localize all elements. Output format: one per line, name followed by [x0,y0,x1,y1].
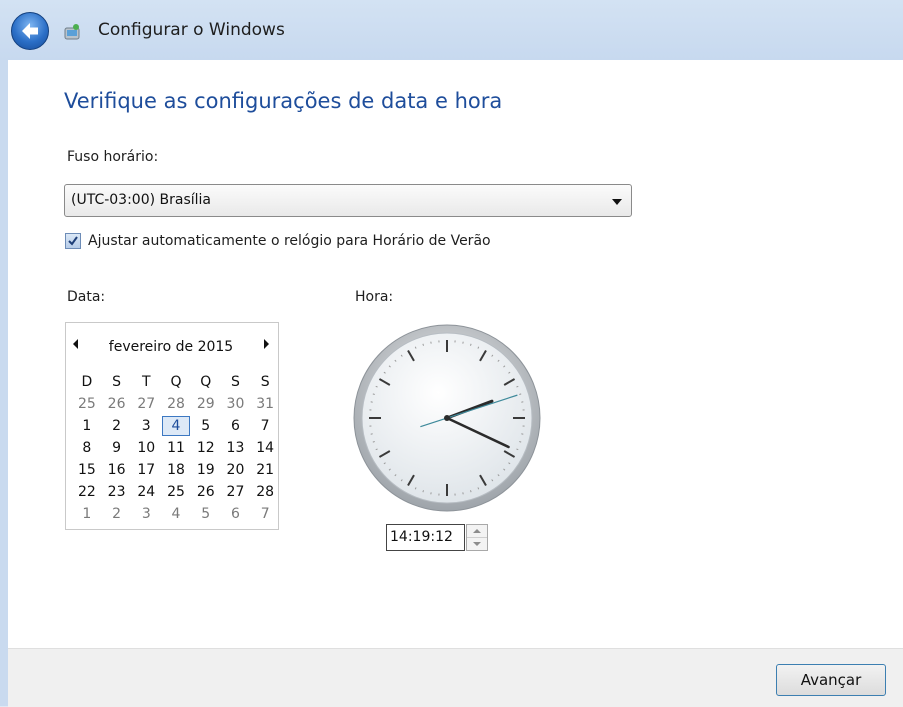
calendar-day[interactable]: 1 [72,415,102,437]
timezone-dropdown[interactable]: (UTC-03:00) Brasília [64,184,632,217]
page-heading: Verifique as configurações de data e hor… [64,89,502,113]
calendar-grid: D S T Q Q S S 25 26 27 28 29 30 31 1 2 3… [66,371,280,525]
calendar-day[interactable]: 27 [221,481,251,503]
date-label: Data: [67,289,105,305]
dst-label: Ajustar automaticamente o relógio para H… [88,233,491,249]
calendar-day[interactable]: 7 [250,503,280,525]
calendar-day[interactable]: 2 [102,503,132,525]
calendar-day[interactable]: 10 [131,437,161,459]
weekday-label: Q [161,371,191,393]
weekday-label: S [102,371,132,393]
window-title: Configurar o Windows [98,20,285,40]
calendar-day[interactable]: 6 [221,503,251,525]
window-edge [0,60,8,706]
calendar-day[interactable]: 16 [102,459,132,481]
next-month-icon[interactable] [264,339,269,349]
calendar-day[interactable]: 3 [131,415,161,437]
time-value: 14:19:12 [390,529,453,545]
time-label: Hora: [355,289,393,305]
calendar-day[interactable]: 8 [72,437,102,459]
weekday-label: T [131,371,161,393]
calendar-week: 1 2 3 4 5 6 7 [66,503,280,525]
calendar-week: 22 23 24 25 26 27 28 [66,481,280,503]
calendar-day[interactable]: 25 [72,393,102,415]
back-button[interactable] [11,12,49,50]
weekday-label: S [221,371,251,393]
clock-minute-tick [470,490,471,492]
calendar-day[interactable]: 9 [102,437,132,459]
weekday-label: S [250,371,280,393]
calendar-day[interactable]: 28 [161,393,191,415]
weekday-header: D S T Q Q S S [66,371,280,393]
calendar-day[interactable]: 22 [72,481,102,503]
timezone-value: (UTC-03:00) Brasília [71,192,211,208]
calendar-day[interactable]: 24 [131,481,161,503]
calendar-day[interactable]: 11 [161,437,191,459]
calendar-day[interactable]: 21 [250,459,280,481]
calendar-day[interactable]: 5 [191,503,221,525]
calendar-day[interactable]: 26 [191,481,221,503]
calendar-day[interactable]: 17 [131,459,161,481]
calendar-day[interactable]: 15 [72,459,102,481]
arrow-left-icon [19,20,41,42]
calendar-day[interactable]: 3 [131,503,161,525]
clock-minute-tick [470,344,471,346]
spin-down-button[interactable] [467,538,487,550]
clock-minute-tick [423,490,424,492]
time-input[interactable]: 14:19:12 [386,524,465,551]
spin-up-button[interactable] [467,525,487,538]
calendar: fevereiro de 2015 D S T Q Q S S 25 26 27… [65,322,279,530]
calendar-day[interactable]: 2 [102,415,132,437]
prev-month-icon[interactable] [73,339,78,349]
calendar-day[interactable]: 29 [191,393,221,415]
calendar-day[interactable]: 23 [102,481,132,503]
calendar-day[interactable]: 12 [191,437,221,459]
calendar-day[interactable]: 26 [102,393,132,415]
calendar-day[interactable]: 13 [221,437,251,459]
next-button[interactable]: Avançar [776,664,886,696]
calendar-day[interactable]: 4 [161,503,191,525]
clock-minute-tick [423,344,424,346]
calendar-week: 8 9 10 11 12 13 14 [66,437,280,459]
arrow-up-icon [473,529,481,533]
calendar-day[interactable]: 5 [191,415,221,437]
weekday-label: D [72,371,102,393]
calendar-day[interactable]: 20 [221,459,251,481]
clock-center [444,415,450,421]
calendar-day[interactable]: 7 [250,415,280,437]
dst-checkbox[interactable] [65,233,81,249]
analog-clock [353,324,541,512]
clock-minute-tick [519,441,521,442]
arrow-down-icon [473,542,481,546]
calendar-week: 25 26 27 28 29 30 31 [66,393,280,415]
calendar-day[interactable]: 18 [161,459,191,481]
timezone-label: Fuso horário: [67,149,158,165]
calendar-day[interactable]: 27 [131,393,161,415]
checkmark-icon [67,235,79,247]
calendar-day[interactable]: 25 [161,481,191,503]
calendar-day-selected[interactable]: 4 [162,416,190,436]
calendar-week: 15 16 17 18 19 20 21 [66,459,280,481]
calendar-day[interactable]: 30 [221,393,251,415]
calendar-day[interactable]: 14 [250,437,280,459]
calendar-day[interactable]: 19 [191,459,221,481]
calendar-day[interactable]: 1 [72,503,102,525]
setup-icon [62,22,82,42]
clock-minute-tick [519,394,521,395]
calendar-month-title[interactable]: fevereiro de 2015 [96,339,246,355]
weekday-label: Q [191,371,221,393]
calendar-day[interactable]: 6 [221,415,251,437]
calendar-day[interactable]: 31 [250,393,280,415]
title-bar: Configurar o Windows [0,0,903,60]
clock-minute-tick [373,394,375,395]
footer-bar [8,648,903,707]
chevron-down-icon [612,199,622,205]
time-spinner[interactable] [466,524,488,551]
clock-minute-tick [373,441,375,442]
calendar-day[interactable]: 28 [250,481,280,503]
calendar-week: 1 2 3 4 5 6 7 [66,415,280,437]
